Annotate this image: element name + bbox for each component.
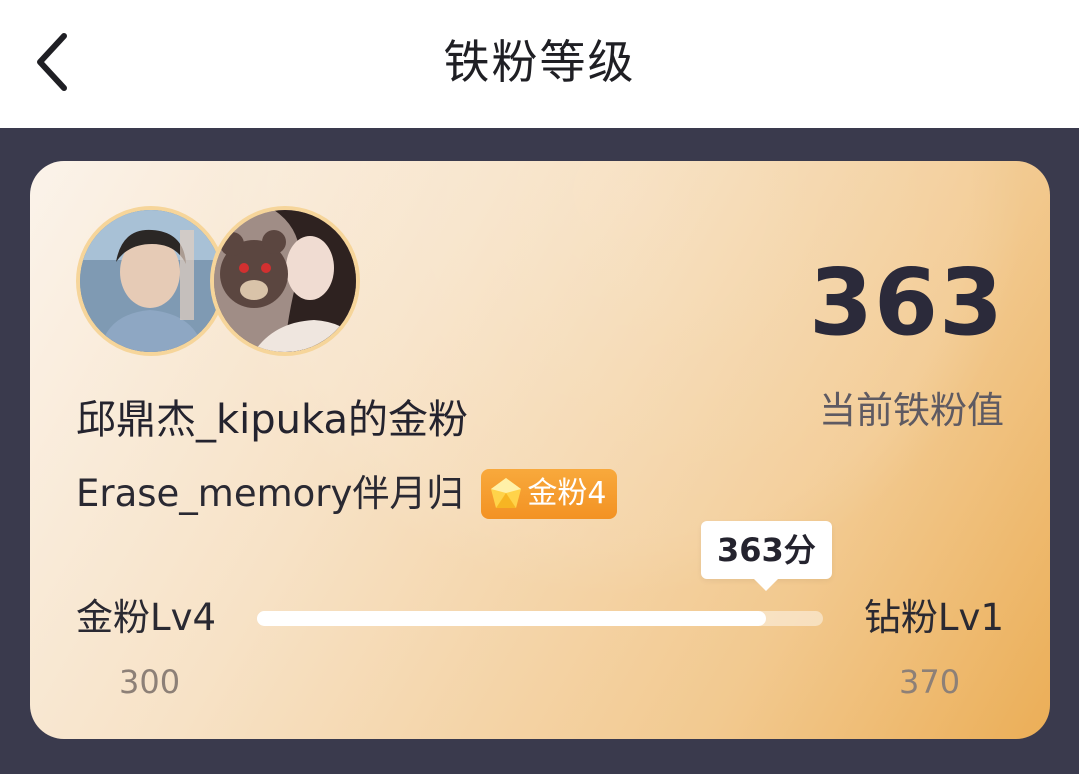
- range-min-value: 300: [119, 663, 181, 701]
- user-row: Erase_memory伴月归 金粉4: [76, 467, 617, 521]
- fan-value-number: 363: [808, 249, 1004, 356]
- avatar-fan-image: [214, 210, 356, 352]
- fan-group-name: 邱鼎杰_kipuka的金粉: [76, 397, 468, 443]
- fan-level-card: 363 当前铁粉值 邱鼎杰_kipuka的金粉 Erase_memory伴月归 …: [30, 161, 1050, 739]
- diamond-gem-icon: [491, 478, 522, 508]
- fan-level-badge: 金粉4: [481, 469, 617, 519]
- header-bar: 铁粉等级: [0, 0, 1079, 128]
- avatar-creator[interactable]: [76, 206, 226, 356]
- avatar-creator-image: [80, 210, 222, 352]
- level-progress-bar: [257, 611, 823, 626]
- next-level-label: 钻粉Lv1: [863, 596, 1004, 639]
- range-max-value: 370: [899, 663, 961, 701]
- avatar-fan[interactable]: [210, 206, 360, 356]
- user-name: Erase_memory伴月归: [76, 472, 464, 515]
- current-level-label: 金粉Lv4: [76, 596, 217, 639]
- badge-label: 金粉4: [527, 476, 607, 511]
- level-progress-fill: [257, 611, 766, 626]
- tooltip-arrow: [754, 579, 779, 591]
- current-score-tooltip: 363分: [701, 521, 832, 591]
- current-score-label: 363分: [717, 531, 816, 569]
- page-title: 铁粉等级: [443, 35, 636, 89]
- fan-value-label: 当前铁粉值: [819, 389, 1004, 432]
